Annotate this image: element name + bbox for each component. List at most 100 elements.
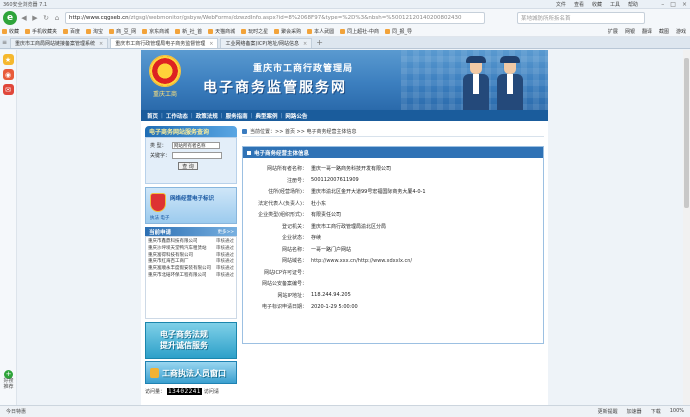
detail-row: 企业类型(组织形式)： 有限责任公司: [258, 212, 342, 219]
list-item[interactable]: 重庆沙坪坝天堂鸭汽车租赁站 审核通过: [148, 246, 234, 252]
site-icon: [175, 28, 181, 34]
menu-view[interactable]: 查看: [574, 1, 584, 8]
right-column: 当前位置：>> 首页 >> 电子商务经营主体信息 电子商务经营主体信息 网站所有…: [242, 126, 544, 344]
translate-button[interactable]: 翻译: [642, 28, 652, 35]
keyword-input[interactable]: [172, 152, 222, 159]
scrollbar-thumb[interactable]: [684, 58, 689, 208]
browser-logo-icon[interactable]: e: [3, 10, 17, 25]
favorite-link[interactable]: 天猫商城: [208, 28, 235, 35]
download-button[interactable]: 下载: [651, 408, 661, 415]
tab-menu-icon[interactable]: ≡: [2, 39, 7, 46]
breadcrumb-icon: [242, 128, 247, 134]
query-button[interactable]: 查 询: [178, 162, 198, 170]
sidebar-recommend-label[interactable]: 好搜推荐: [2, 378, 15, 390]
favorite-link[interactable]: 京东商城: [142, 28, 169, 35]
address-bar[interactable]: http://www.cqgseb.cn/ztgsgl/webmonitor/g…: [65, 11, 485, 24]
police-emblem-icon: [149, 55, 181, 87]
favorites-star-icon[interactable]: ★: [2, 54, 14, 65]
list-item[interactable]: 重庆富得科技有限公司 审核通过: [148, 253, 234, 259]
breadcrumb: 当前位置：>> 首页 >> 电子商务经营主体信息: [242, 126, 544, 137]
detail-row: 网站IP地址： 118.244.94.205: [277, 292, 351, 299]
banner-title-line1: 重庆市工商行政管理局: [253, 64, 354, 74]
page-scrollbar[interactable]: [683, 50, 690, 405]
refresh-icon[interactable]: ↻: [42, 14, 50, 22]
minimize-icon[interactable]: –: [661, 1, 664, 8]
menu-file[interactable]: 文件: [556, 1, 566, 8]
tab-ecommerce-supervision[interactable]: 重庆市工商行政管理局电子商务监督管理 ×: [110, 38, 219, 48]
games-button[interactable]: 游戏: [676, 28, 686, 35]
menu-help[interactable]: 帮助: [628, 1, 638, 8]
tab-icp-info[interactable]: 工业网络备案(ICP)地址/网站信息 ×: [220, 38, 313, 48]
close-tab-icon[interactable]: ×: [99, 41, 103, 47]
menu-favorites[interactable]: 收藏: [592, 1, 602, 8]
menu-news[interactable]: 工作动态: [166, 112, 188, 120]
favorite-link[interactable]: 同上超社-中商: [340, 28, 379, 35]
favorite-link[interactable]: 商_豆_网: [109, 28, 136, 35]
favorite-link[interactable]: 淘宝: [86, 28, 103, 35]
type-select[interactable]: 网站所有者名称: [172, 142, 220, 149]
favorite-link[interactable]: 聚会采购: [274, 28, 301, 35]
menu-cases[interactable]: 典型案例: [256, 112, 278, 120]
close-tab-icon[interactable]: ×: [303, 41, 307, 47]
site-icon: [109, 28, 115, 34]
law-promo-banner[interactable]: 电子商务法规 提升诚信服务: [145, 322, 237, 359]
favorite-link[interactable]: 本人武圆: [307, 28, 334, 35]
favorite-link[interactable]: 同_报_导: [384, 28, 412, 35]
screenshot-button[interactable]: 截图: [659, 28, 669, 35]
extensions-button[interactable]: 扩展: [608, 28, 618, 35]
menu-home[interactable]: 首页: [147, 112, 158, 120]
list-title: 当前申请: [149, 229, 172, 236]
domain-link[interactable]: http://www.xxx.cn/http://www.xdxxlx.cn/: [309, 258, 543, 264]
menu-notice[interactable]: 网路公告: [285, 112, 307, 120]
list-item[interactable]: 重庆市鑫鼎科技有限公司 审核通过: [148, 239, 234, 245]
more-link[interactable]: 更多>>: [217, 229, 237, 235]
keyword-label: 关键字：: [150, 153, 171, 159]
lock-icon: [150, 368, 159, 378]
menu-guide[interactable]: 服务指南: [226, 112, 248, 120]
banner-title-line2: 电子商务监管服务网: [203, 80, 347, 96]
list-item[interactable]: 重庆富顺永丰度假安装有限公司 审核通过: [148, 266, 234, 272]
favorite-link[interactable]: 玩时之星: [241, 28, 268, 35]
accelerator-button[interactable]: 加速器: [627, 408, 642, 415]
update-reminder[interactable]: 更新提醒: [598, 408, 618, 415]
bank-button[interactable]: 网银: [625, 28, 635, 35]
badge-banner-title: 网络经营电子标识: [170, 196, 215, 202]
app-title: 360安全浏览器 7.1: [3, 1, 48, 8]
favorite-link[interactable]: 收藏: [2, 28, 19, 35]
enforcement-promo-banner[interactable]: 工商执法人员窗口: [145, 361, 237, 384]
shield-icon: [150, 193, 166, 212]
favorite-link[interactable]: 新_社_首: [175, 28, 202, 35]
forward-icon[interactable]: ▶: [31, 14, 39, 22]
favorite-link[interactable]: 手机收藏夹: [25, 28, 57, 35]
menu-tools[interactable]: 工具: [610, 1, 620, 8]
application-list: 重庆市鑫鼎科技有限公司 审核通过 重庆沙坪坝天堂鸭汽车租赁站 审核通过 重庆富得科技…: [145, 236, 237, 319]
search-input[interactable]: 某地城防所所拆名首: [517, 11, 645, 24]
left-column: 电子商务网站服务查询 类 型： 网站所有者名称 关键字： 查 询 网络经营电子标…: [145, 126, 237, 395]
maximize-icon[interactable]: □: [670, 1, 676, 8]
tab-bar: ≡ 重庆市工商局网站链接备案管理系统 × 重庆市工商行政管理局电子商务监督管理 × …: [0, 37, 690, 49]
close-icon[interactable]: ×: [682, 1, 687, 8]
daily-deals-link[interactable]: 今日特惠: [6, 408, 26, 415]
menu-policy[interactable]: 政策法规: [196, 112, 218, 120]
address-host: http://www.cqgseb.cn: [69, 14, 129, 21]
back-icon[interactable]: ◀: [20, 14, 28, 22]
visit-counter: 访问量： 13402241 访问请: [145, 388, 219, 395]
tab-link-system[interactable]: 重庆市工商局网站链接备案管理系统 ×: [10, 38, 109, 48]
weibo-icon[interactable]: ◉: [2, 69, 14, 80]
phone-icon: [25, 28, 31, 34]
window-controls: – □ ×: [661, 1, 687, 8]
favorite-link[interactable]: 百度: [63, 28, 80, 35]
zoom-level[interactable]: 100%: [670, 408, 684, 415]
electronic-badge-banner[interactable]: 网络经营电子标识 执法 电子: [145, 187, 237, 224]
paw-icon: [63, 28, 69, 34]
close-tab-icon[interactable]: ×: [209, 41, 213, 47]
promo2-text: 工商执法人员窗口: [162, 368, 226, 378]
mail-icon[interactable]: ✉: [2, 84, 14, 95]
badge-banner-subtitle: 执法 电子: [150, 216, 170, 221]
promo-text: 电子商务法规 提升诚信服务: [160, 329, 208, 350]
home-icon[interactable]: ⌂: [53, 14, 61, 22]
new-tab-icon[interactable]: +: [316, 38, 323, 47]
list-item[interactable]: 重庆市北碚环保工程有限公司 审核通过: [148, 273, 234, 279]
window-titlebar: 360安全浏览器 7.1 文件 查看 收藏 工具 帮助 – □ ×: [0, 0, 690, 9]
list-item[interactable]: 重庆市红海百工商厂 审核通过: [148, 259, 234, 265]
